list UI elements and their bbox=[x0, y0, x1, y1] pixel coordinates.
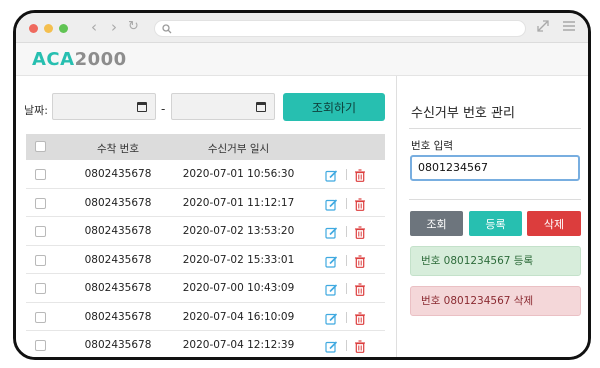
action-separator bbox=[346, 340, 347, 351]
app-header: ACA2000 bbox=[16, 43, 588, 76]
table-row: 0802435678 2020-07-02 13:53:20 bbox=[26, 217, 385, 246]
panel-title: 수신거부 번호 관리 bbox=[411, 106, 515, 121]
row-checkbox[interactable] bbox=[35, 254, 46, 266]
row-number: 0802435678 bbox=[84, 253, 152, 266]
table-body: 0802435678 2020-07-01 10:56:30 0802435678 2… bbox=[26, 160, 385, 357]
action-separator bbox=[346, 169, 347, 180]
close-window-button[interactable] bbox=[29, 24, 38, 33]
table-header: 수착 번호 수신거부 일시 bbox=[26, 134, 385, 160]
trash-icon[interactable] bbox=[354, 253, 366, 272]
row-checkbox[interactable] bbox=[35, 197, 46, 209]
row-number: 0802435678 bbox=[84, 339, 152, 351]
query-button[interactable]: 조회 bbox=[410, 211, 463, 236]
table-row: 0802435678 2020-07-01 10:56:30 bbox=[26, 160, 385, 189]
row-checkbox[interactable] bbox=[35, 340, 46, 351]
search-button[interactable]: 조회하기 bbox=[283, 93, 385, 121]
row-checkbox[interactable] bbox=[35, 169, 46, 180]
table-row: 0802435678 2020-07-01 11:12:17 bbox=[26, 188, 385, 217]
row-checkbox[interactable] bbox=[35, 311, 46, 323]
row-number: 0802435678 bbox=[84, 196, 152, 209]
action-separator bbox=[346, 283, 347, 294]
register-button[interactable]: 등록 bbox=[469, 211, 522, 236]
start-date-input[interactable] bbox=[52, 93, 156, 120]
success-alert: 번호 0801234567 등록 bbox=[410, 246, 581, 276]
header-datetime: 수신거부 일시 bbox=[207, 143, 270, 155]
action-separator bbox=[346, 226, 347, 237]
row-datetime: 2020-07-01 10:56:30 bbox=[182, 168, 295, 180]
row-number: 0802435678 bbox=[84, 225, 152, 237]
management-panel: 수신거부 번호 관리 번호 입력 0801234567 조회 등록 삭제 번호 … bbox=[396, 76, 588, 357]
row-datetime: 2020-07-02 13:53:20 bbox=[182, 225, 295, 237]
header-number: 수착 번호 bbox=[97, 143, 139, 155]
number-input-label: 번호 입력 bbox=[411, 140, 453, 152]
table-row: 0802435678 2020-07-04 16:10:09 bbox=[26, 302, 385, 331]
edit-icon[interactable] bbox=[325, 167, 338, 186]
row-checkbox[interactable] bbox=[35, 226, 46, 237]
row-checkbox[interactable] bbox=[35, 283, 46, 294]
row-datetime: 2020-07-00 10:43:09 bbox=[182, 282, 295, 294]
action-separator bbox=[346, 254, 347, 266]
browser-titlebar: ‹ › ↻ bbox=[16, 13, 588, 43]
reload-icon[interactable]: ↻ bbox=[128, 18, 139, 36]
delete-button[interactable]: 삭제 bbox=[527, 211, 581, 236]
select-all-checkbox[interactable] bbox=[35, 141, 46, 152]
search-icon bbox=[162, 24, 172, 34]
edit-icon[interactable] bbox=[325, 224, 338, 243]
date-range-separator: - bbox=[161, 102, 166, 116]
calendar-icon[interactable] bbox=[256, 102, 266, 112]
browser-window: ‹ › ↻ ACA2000 날짜: - 조회하기 수착 번호 수신거부 일시 0… bbox=[13, 10, 591, 360]
logo-primary: ACA bbox=[32, 49, 75, 70]
trash-icon[interactable] bbox=[354, 338, 366, 357]
calendar-icon[interactable] bbox=[137, 102, 147, 112]
row-number: 0802435678 bbox=[84, 310, 152, 323]
blocklist-table: 수착 번호 수신거부 일시 0802435678 2020-07-01 10:56… bbox=[26, 134, 385, 357]
row-datetime: 2020-07-02 15:33:01 bbox=[182, 253, 295, 266]
trash-icon[interactable] bbox=[354, 281, 366, 300]
row-datetime: 2020-07-01 11:12:17 bbox=[182, 196, 295, 209]
trash-icon[interactable] bbox=[354, 310, 366, 329]
menu-icon[interactable] bbox=[562, 19, 576, 33]
row-datetime: 2020-07-04 16:10:09 bbox=[182, 310, 295, 323]
action-separator bbox=[346, 197, 347, 209]
forward-icon[interactable]: › bbox=[111, 18, 117, 36]
row-number: 0802435678 bbox=[84, 282, 152, 294]
expand-icon[interactable] bbox=[536, 19, 550, 33]
end-date-input[interactable] bbox=[171, 93, 275, 120]
minimize-window-button[interactable] bbox=[44, 24, 53, 33]
edit-icon[interactable] bbox=[325, 338, 338, 357]
table-row: 0802435678 2020-07-02 15:33:01 bbox=[26, 245, 385, 274]
number-input[interactable]: 0801234567 bbox=[410, 155, 580, 181]
divider bbox=[409, 199, 581, 200]
edit-icon[interactable] bbox=[325, 253, 338, 272]
edit-icon[interactable] bbox=[325, 281, 338, 300]
maximize-window-button[interactable] bbox=[59, 24, 68, 33]
date-label: 날짜: bbox=[24, 104, 48, 117]
address-bar[interactable] bbox=[154, 20, 526, 37]
edit-icon[interactable] bbox=[325, 196, 338, 215]
blocklist-panel: 날짜: - 조회하기 수착 번호 수신거부 일시 0802435678 2020-… bbox=[16, 76, 396, 357]
delete-alert: 번호 0801234567 삭제 bbox=[410, 286, 581, 316]
trash-icon[interactable] bbox=[354, 196, 366, 215]
action-separator bbox=[346, 311, 347, 323]
table-row: 0802435678 2020-07-04 12:12:39 bbox=[26, 331, 385, 357]
trash-icon[interactable] bbox=[354, 167, 366, 186]
edit-icon[interactable] bbox=[325, 310, 338, 329]
logo-secondary: 2000 bbox=[74, 49, 127, 70]
table-row: 0802435678 2020-07-00 10:43:09 bbox=[26, 274, 385, 303]
divider bbox=[409, 128, 581, 129]
row-datetime: 2020-07-04 12:12:39 bbox=[182, 339, 295, 351]
row-number: 0802435678 bbox=[84, 168, 152, 180]
trash-icon[interactable] bbox=[354, 224, 366, 243]
back-icon[interactable]: ‹ bbox=[91, 18, 97, 36]
app-logo[interactable]: ACA2000 bbox=[32, 49, 127, 71]
